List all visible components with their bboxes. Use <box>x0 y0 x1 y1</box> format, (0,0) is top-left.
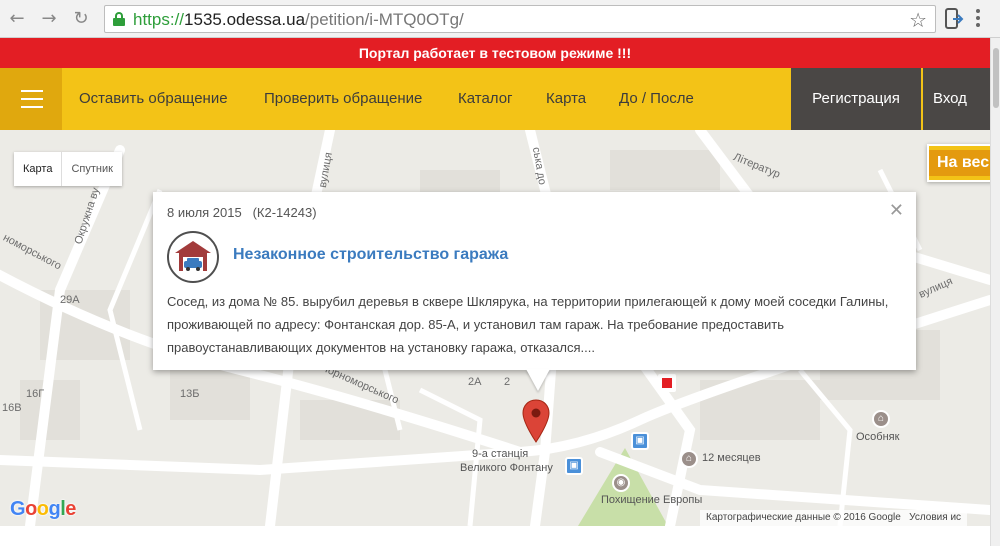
hotel-icon[interactable]: ⌂ <box>680 450 698 468</box>
poi-station-label-2: Великого Фонтану <box>460 462 553 474</box>
url-text: https://1535.odessa.ua/petition/i-MTQ0OT… <box>133 10 464 29</box>
nav-map[interactable]: Карта <box>546 68 586 130</box>
bus-stop-icon[interactable]: ▣ <box>631 432 649 450</box>
petition-description: Сосед, из дома № 85. вырубил деревья в с… <box>167 294 889 355</box>
google-logo: Google <box>10 498 76 520</box>
register-button[interactable]: Регистрация <box>791 68 921 130</box>
map-house-number: 29А <box>60 294 80 306</box>
site-nav: Оставить обращение Проверить обращение К… <box>0 68 990 130</box>
poi-station-label: 9-а станція <box>472 448 529 460</box>
lock-icon <box>113 12 125 26</box>
poi-months-label: 12 месяцев <box>702 452 761 464</box>
map-pin-icon[interactable] <box>522 399 550 443</box>
map-house-number: 16В <box>2 402 22 414</box>
back-icon[interactable]: ← <box>6 8 28 30</box>
terms-link[interactable]: Условия ис <box>909 512 961 523</box>
hamburger-menu-icon[interactable] <box>0 68 62 130</box>
bus-stop-icon[interactable]: ▣ <box>565 457 583 475</box>
reload-icon[interactable]: ↻ <box>70 8 92 30</box>
poi-osobnyak-label: Особняк <box>856 431 900 443</box>
map-house-number: 16Г <box>26 388 45 400</box>
nav-catalog[interactable]: Каталог <box>458 68 513 130</box>
map-house-number: 2А <box>468 376 482 388</box>
map-type-map-button[interactable]: Карта <box>14 152 61 186</box>
petition-title[interactable]: Незаконное строительство гаража <box>233 246 508 264</box>
nav-check-request[interactable]: Проверить обращение <box>264 68 422 130</box>
info-window-tail <box>526 369 550 391</box>
nav-before-after[interactable]: До / После <box>619 68 694 130</box>
test-mode-banner: Портал работает в тестовом режиме !!! <box>0 38 990 68</box>
petition-info-window: 8 июля 2015 (К2-14243) ✕ Незаконное стро… <box>153 192 916 370</box>
hotel-icon[interactable]: ⌂ <box>872 410 890 428</box>
nav-create-request[interactable]: Оставить обращение <box>79 68 228 130</box>
petition-code: (К2-14243) <box>252 205 317 220</box>
address-bar[interactable]: https://1535.odessa.ua/petition/i-MTQ0OT… <box>104 5 936 33</box>
petition-date: 8 июля 2015 (К2-14243) <box>167 205 317 220</box>
poi-marker-icon[interactable] <box>658 374 676 392</box>
browser-toolbar: ← → ↻ https://1535.odessa.ua/petition/i-… <box>0 0 1000 38</box>
close-icon[interactable]: ✕ <box>889 200 904 221</box>
garage-category-icon <box>167 231 219 283</box>
bookmark-star-icon[interactable]: ☆ <box>909 8 927 32</box>
view-button[interactable]: На вес <box>927 144 990 182</box>
map-type-control: Карта Спутник <box>14 152 122 186</box>
page-scrollbar[interactable] <box>990 38 1000 546</box>
map-house-number: 13Б <box>180 388 200 400</box>
browser-menu-icon[interactable] <box>975 9 981 29</box>
extension-icon[interactable] <box>944 8 964 30</box>
map-house-number: 2 <box>504 376 511 388</box>
camera-icon[interactable]: ◉ <box>612 474 630 492</box>
poi-europe-label: Похищение Европы <box>601 494 703 506</box>
login-button[interactable]: Вход <box>923 68 990 130</box>
forward-icon[interactable]: → <box>38 8 60 30</box>
map-type-satellite-button[interactable]: Спутник <box>61 152 121 186</box>
map-attribution: Картографические данные © 2016 Google Ус… <box>700 510 968 526</box>
